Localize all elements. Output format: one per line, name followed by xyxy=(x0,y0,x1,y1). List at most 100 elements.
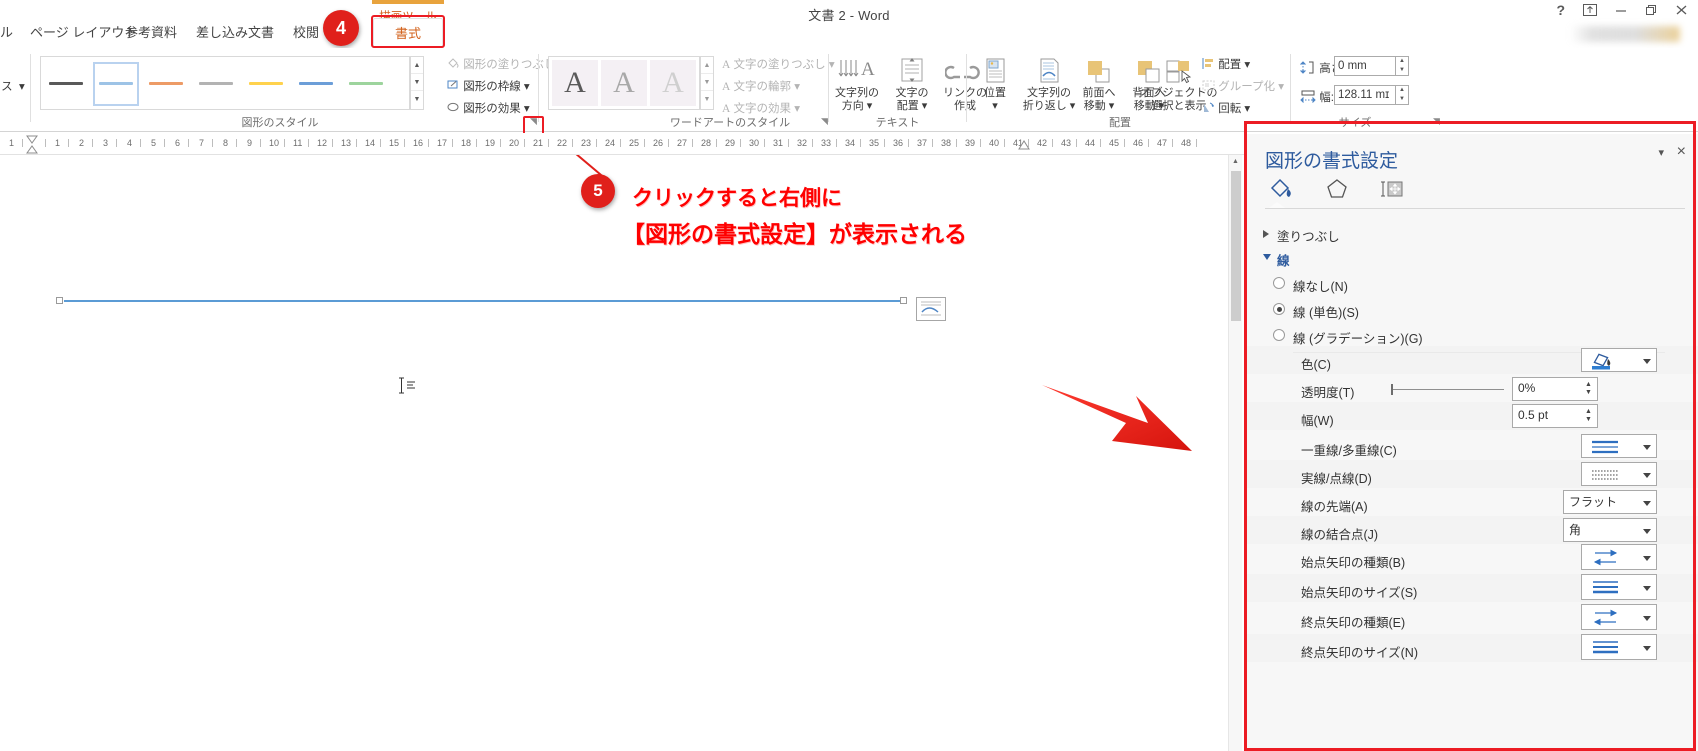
wordart-scroll-up[interactable]: ▲ xyxy=(701,57,713,74)
restore-icon[interactable] xyxy=(1645,4,1657,16)
dash-type-button[interactable] xyxy=(1581,462,1657,486)
tab-mailings[interactable]: 差し込み文書 xyxy=(196,18,274,48)
begin-arrow-type-button[interactable] xyxy=(1581,544,1657,570)
ruler-tick: 3 xyxy=(103,138,109,148)
bring-forward-button[interactable]: 前面へ 移動 ▾ xyxy=(1072,56,1126,113)
cap-type-dropdown[interactable]: フラット xyxy=(1563,490,1657,514)
wordart-scroll-down[interactable]: ▼ xyxy=(701,74,713,91)
text-outline-icon: A xyxy=(722,81,731,93)
shape-style-3[interactable] xyxy=(143,62,189,106)
shape-style-4[interactable] xyxy=(193,62,239,106)
minimize-icon[interactable] xyxy=(1615,4,1627,16)
step-badge-4: 4 xyxy=(323,10,359,46)
shape-handle-start[interactable] xyxy=(56,297,63,304)
end-arrow-size-button[interactable] xyxy=(1581,634,1657,660)
size-dialog-launcher[interactable]: ◥ xyxy=(1430,115,1443,128)
layout-properties-icon[interactable] xyxy=(1377,176,1405,202)
wordart-more[interactable]: ▼ xyxy=(701,91,713,108)
layout-options-button[interactable] xyxy=(916,297,946,321)
transparency-input[interactable]: 0% ▲ ▼ xyxy=(1512,377,1598,401)
ruler-tick: 32 xyxy=(797,138,808,148)
width-spinner[interactable]: ▲ ▼ xyxy=(1396,85,1409,105)
ruler-tick: 44 xyxy=(1085,138,1096,148)
shape-fill-command[interactable]: 図形の塗りつぶし ▾ xyxy=(447,56,564,72)
gallery-scroll-down[interactable]: ▼ xyxy=(411,74,423,91)
width-row: 幅: xyxy=(1300,89,1334,105)
radio-no-line[interactable]: 線なし(N) xyxy=(1273,276,1348,295)
begin-arrow-size-button[interactable] xyxy=(1581,574,1657,600)
shape-style-7[interactable] xyxy=(343,62,389,106)
tab-format[interactable]: 書式 xyxy=(373,18,443,48)
text-align-icon xyxy=(885,56,939,84)
shape-style-2-selected[interactable] xyxy=(93,62,139,106)
shape-styles-scroll[interactable]: ▲ ▼ ▼ xyxy=(410,56,424,110)
ribbon-display-options-icon[interactable] xyxy=(1583,4,1597,16)
end-arrow-type-button[interactable] xyxy=(1581,604,1657,630)
join-type-dropdown[interactable]: 角 xyxy=(1563,518,1657,542)
text-direction-button[interactable]: A 文字列の 方向 ▾ xyxy=(830,56,884,113)
shape-outline-command[interactable]: 図形の枠線 ▾ xyxy=(447,78,530,94)
shape-style-1[interactable] xyxy=(43,62,89,106)
scrollbar-thumb[interactable] xyxy=(1231,171,1241,321)
tab-review[interactable]: 校閲 xyxy=(293,18,319,48)
gallery-more[interactable]: ▼ xyxy=(411,91,423,108)
prop-label-join-type: 線の結合点(J) xyxy=(1301,528,1379,542)
position-button[interactable]: 位置 ▾ xyxy=(968,56,1022,113)
help-icon[interactable]: ? xyxy=(1556,3,1565,17)
group-command[interactable]: グループ化 ▾ xyxy=(1202,78,1284,94)
text-outline-label: 文字の輪郭 xyxy=(733,81,792,93)
document-canvas[interactable]: クリックすると右側に 【図形の書式設定】が表示される xyxy=(0,155,1242,751)
ruler-tick: 42 xyxy=(1037,138,1048,148)
selected-line-shape[interactable] xyxy=(64,300,904,302)
transparency-slider[interactable] xyxy=(1387,382,1505,396)
scroll-up-button[interactable]: ▲ xyxy=(1229,155,1242,169)
word-window: 描画ツール 文書 2 - Word ? ル ページ レイアウト 参考資料 差し込… xyxy=(0,0,1698,751)
shape-handle-end[interactable] xyxy=(900,297,907,304)
tab-mailings-partial[interactable]: ル xyxy=(0,18,13,48)
wordart-sample-2[interactable]: A xyxy=(601,60,647,106)
section-fill[interactable]: 塗りつぶし xyxy=(1263,226,1340,245)
transparency-spinner[interactable]: ▲ ▼ xyxy=(1584,381,1593,397)
wordart-sample-1[interactable]: A xyxy=(552,60,598,106)
close-icon[interactable] xyxy=(1675,4,1688,16)
effects-icon[interactable] xyxy=(1323,176,1351,202)
tab-marker[interactable] xyxy=(1018,140,1030,152)
width-value-input[interactable]: 0.5 pt ▲ ▼ xyxy=(1512,404,1598,428)
group-caption-text: テキスト xyxy=(875,117,920,129)
width-input[interactable]: 128.11 mɪ xyxy=(1334,85,1396,105)
tab-references[interactable]: 参考資料 xyxy=(125,18,177,48)
line-width-spinner[interactable]: ▲ ▼ xyxy=(1584,408,1593,424)
text-fill-command[interactable]: A 文字の塗りつぶし ▾ xyxy=(722,56,835,72)
ruler-tick: 23 xyxy=(581,138,592,148)
wordart-styles-scroll[interactable]: ▲ ▼ ▼ xyxy=(700,56,714,110)
radio-circle xyxy=(1273,277,1285,289)
document-vertical-scrollbar[interactable]: ▲ xyxy=(1228,155,1242,751)
wordart-styles-gallery[interactable]: A A A xyxy=(548,56,700,110)
compound-type-button[interactable] xyxy=(1581,434,1657,458)
color-picker-button[interactable] xyxy=(1581,348,1657,372)
shape-styles-gallery[interactable] xyxy=(40,56,410,110)
ruler-tick: 26 xyxy=(653,138,664,148)
shape-style-6[interactable] xyxy=(293,62,339,106)
text-align-button[interactable]: 文字の 配置 ▾ xyxy=(885,56,939,113)
pane-collapse-icon[interactable]: ▾ xyxy=(1658,146,1664,159)
fill-line-icon[interactable] xyxy=(1269,176,1297,202)
wrap-text-button[interactable]: 文字列の 折り返し ▾ xyxy=(1022,56,1076,113)
ruler-tick: 1 xyxy=(55,138,61,148)
wordart-sample-3[interactable]: A xyxy=(650,60,696,106)
radio-gradient-line[interactable]: 線 (グラデーション)(G) xyxy=(1273,328,1423,347)
height-input[interactable]: 0 mm xyxy=(1334,56,1396,76)
ruler-tick: 34 xyxy=(845,138,856,148)
text-outline-command[interactable]: A 文字の輪郭 ▾ xyxy=(722,78,800,94)
ruler-tick: 12 xyxy=(317,138,328,148)
height-spinner[interactable]: ▲ ▼ xyxy=(1396,56,1409,76)
align-command[interactable]: 配置 ▾ xyxy=(1202,56,1250,72)
tab-page-layout[interactable]: ページ レイアウト xyxy=(30,18,137,48)
gallery-scroll-up[interactable]: ▲ xyxy=(411,57,423,74)
shape-style-5[interactable] xyxy=(243,62,289,106)
radio-solid-line-label: 線 (単色)(S) xyxy=(1293,306,1359,320)
pane-close-icon[interactable]: × xyxy=(1677,143,1686,161)
chevron-down-icon xyxy=(1643,616,1651,621)
section-line[interactable]: 線 xyxy=(1263,250,1290,269)
radio-solid-line[interactable]: 線 (単色)(S) xyxy=(1273,302,1359,321)
